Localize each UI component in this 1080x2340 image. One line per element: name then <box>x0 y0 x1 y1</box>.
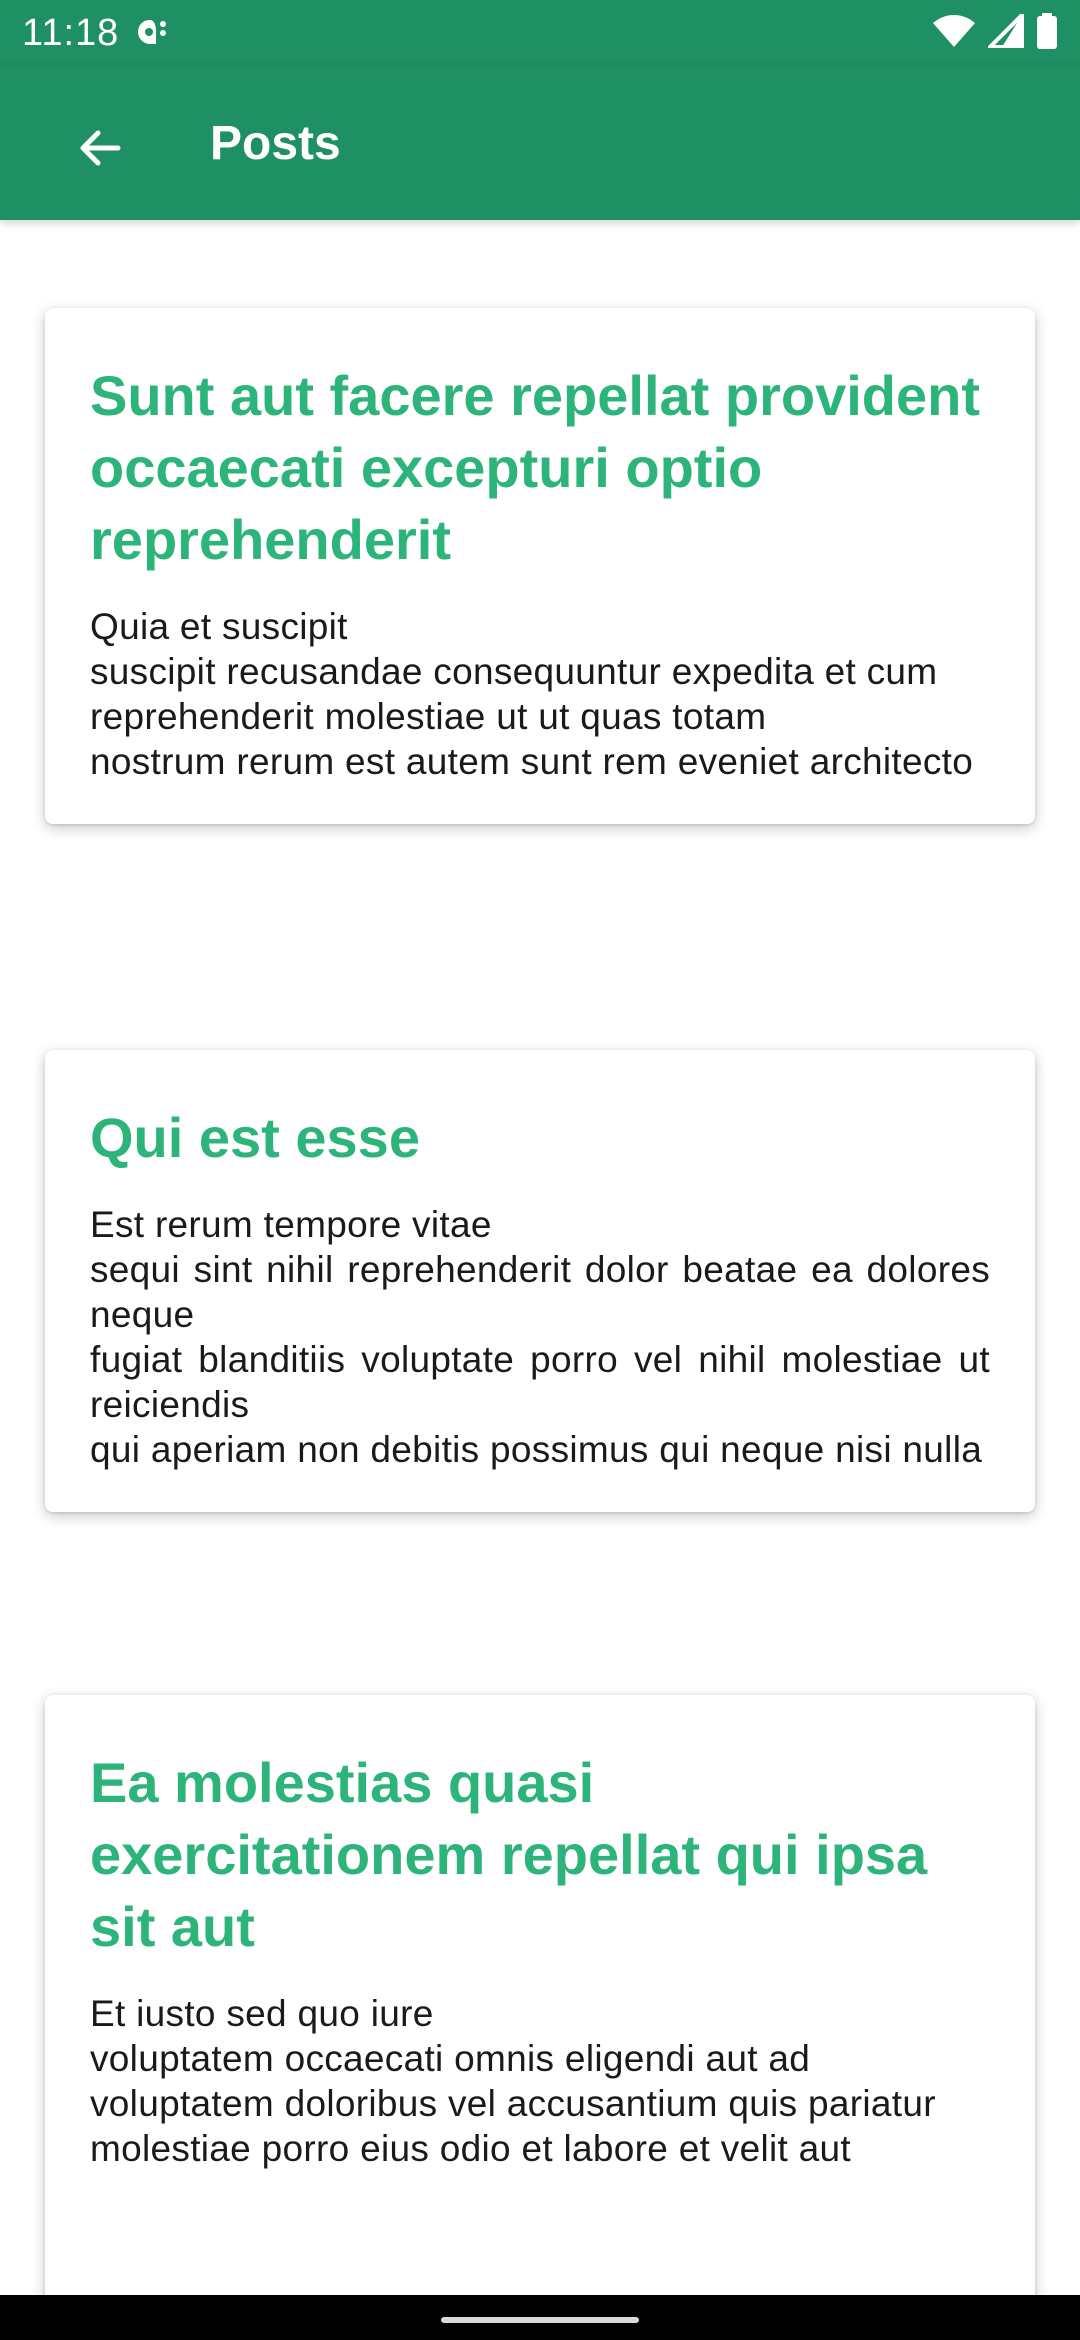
post-body-line: fugiat blanditiis voluptate porro vel ni… <box>90 1339 990 1425</box>
post-card[interactable]: Sunt aut facere repellat provident occae… <box>45 308 1035 824</box>
status-icons <box>932 12 1058 54</box>
page-title: Posts <box>210 117 341 170</box>
home-gesture-handle[interactable] <box>441 2317 639 2323</box>
post-body-line: Et iusto sed quo iure <box>90 1993 434 2034</box>
post-card[interactable]: Qui est esse Est rerum tempore vitae seq… <box>45 1050 1035 1512</box>
status-bar: 11:18 <box>0 0 1080 66</box>
post-body-line: nostrum rerum est autem sunt rem eveniet… <box>90 741 974 782</box>
post-body-line: Est rerum tempore vitae <box>90 1204 492 1245</box>
status-time: 11:18 <box>22 12 120 54</box>
system-nav-bar <box>0 2295 1080 2340</box>
back-button[interactable] <box>58 108 142 192</box>
post-body-line: voluptatem occaecati omnis eligendi aut … <box>90 2038 811 2079</box>
post-title: Sunt aut facere repellat provident occae… <box>90 364 980 571</box>
post-body: Est rerum tempore vitae sequi sint nihil… <box>90 1202 990 1472</box>
post-body: Et iusto sed quo iure voluptatem occaeca… <box>90 1991 990 2171</box>
signal-icon <box>988 12 1024 53</box>
post-title: Ea molestias quasi exercitationem repell… <box>90 1751 928 1958</box>
post-body-line: suscipit recusandae consequuntur expedit… <box>90 651 938 692</box>
post-body-line: sequi sint nihil reprehenderit dolor bea… <box>90 1249 990 1335</box>
arrow-back-icon <box>76 124 124 177</box>
post-body-line: qui aperiam non debitis possimus qui neq… <box>90 1429 983 1470</box>
post-card[interactable]: Ea molestias quasi exercitationem repell… <box>45 1695 1035 2295</box>
post-body-line: voluptatem doloribus vel accusantium qui… <box>90 2083 936 2124</box>
post-body-line: reprehenderit molestiae ut ut quas totam <box>90 696 767 737</box>
app-bar: Posts <box>0 66 1080 220</box>
post-body-line: molestiae porro eius odio et labore et v… <box>90 2128 851 2169</box>
post-body-line: Quia et suscipit <box>90 606 348 647</box>
wifi-icon <box>932 14 976 53</box>
posts-list[interactable]: Sunt aut facere repellat provident occae… <box>0 220 1080 2295</box>
battery-icon <box>1036 12 1058 54</box>
notification-icon <box>136 16 176 50</box>
post-body: Quia et suscipit suscipit recusandae con… <box>90 604 990 784</box>
post-title: Qui est esse <box>90 1106 420 1169</box>
